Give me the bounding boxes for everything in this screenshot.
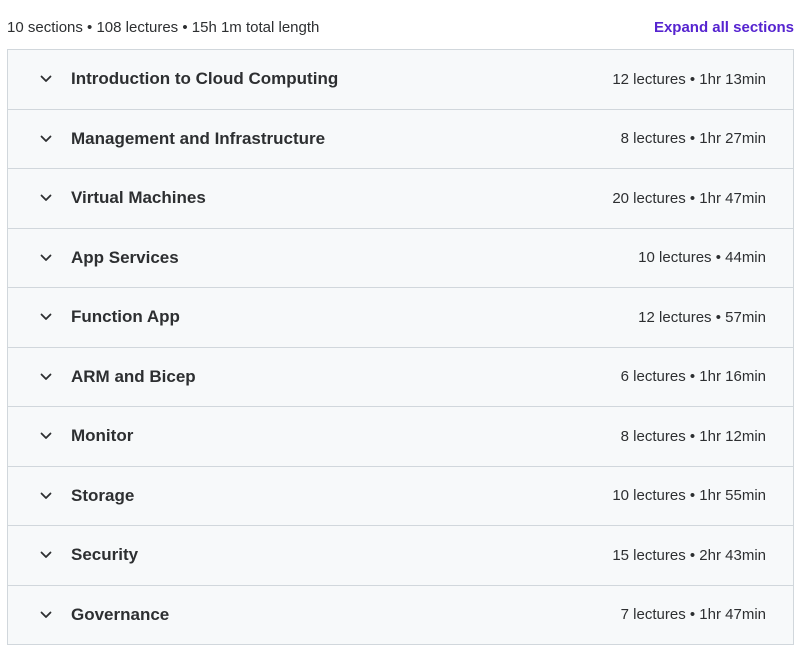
- section-management-and-infrastructure[interactable]: Management and Infrastructure 8 lectures…: [8, 109, 793, 169]
- chevron-down-icon: [38, 428, 54, 444]
- chevron-down-icon: [38, 190, 54, 206]
- section-function-app[interactable]: Function App 12 lectures • 57min: [8, 288, 793, 348]
- section-lecture-count: 10 lectures • 1hr 55min: [612, 487, 766, 505]
- section-security[interactable]: Security 15 lectures • 2hr 43min: [8, 526, 793, 586]
- section-lecture-count: 8 lectures • 1hr 27min: [620, 130, 766, 148]
- section-list: Introduction to Cloud Computing 12 lectu…: [7, 49, 794, 645]
- chevron-down-icon: [38, 607, 54, 623]
- section-title: ARM and Bicep: [71, 366, 196, 386]
- chevron-down-icon: [38, 488, 54, 504]
- section-lecture-count: 20 lectures • 1hr 47min: [612, 189, 766, 207]
- section-monitor[interactable]: Monitor 8 lectures • 1hr 12min: [8, 407, 793, 467]
- chevron-down-icon: [38, 369, 54, 385]
- section-title: Introduction to Cloud Computing: [71, 69, 339, 89]
- section-title: Security: [71, 545, 139, 565]
- section-lecture-count: 12 lectures • 57min: [638, 308, 766, 326]
- section-title: App Services: [71, 247, 179, 267]
- curriculum-summary-bar: 10 sections • 108 lectures • 15h 1m tota…: [7, 14, 794, 40]
- section-storage[interactable]: Storage 10 lectures • 1hr 55min: [8, 466, 793, 526]
- section-lecture-count: 12 lectures • 1hr 13min: [612, 70, 766, 88]
- chevron-down-icon: [38, 250, 54, 266]
- section-app-services[interactable]: App Services 10 lectures • 44min: [8, 228, 793, 288]
- section-arm-and-bicep[interactable]: ARM and Bicep 6 lectures • 1hr 16min: [8, 347, 793, 407]
- section-governance[interactable]: Governance 7 lectures • 1hr 47min: [8, 585, 793, 645]
- section-introduction-to-cloud-computing[interactable]: Introduction to Cloud Computing 12 lectu…: [8, 50, 793, 110]
- section-lecture-count: 15 lectures • 2hr 43min: [612, 546, 766, 564]
- section-lecture-count: 7 lectures • 1hr 47min: [620, 606, 766, 624]
- section-title: Governance: [71, 604, 170, 624]
- section-lecture-count: 10 lectures • 44min: [638, 249, 766, 267]
- section-title: Management and Infrastructure: [71, 128, 326, 148]
- section-title: Virtual Machines: [71, 188, 206, 208]
- course-curriculum: 10 sections • 108 lectures • 15h 1m tota…: [0, 0, 811, 653]
- chevron-down-icon: [38, 71, 54, 87]
- section-lecture-count: 8 lectures • 1hr 12min: [620, 427, 766, 445]
- section-title: Function App: [71, 307, 180, 327]
- section-title: Monitor: [71, 426, 134, 446]
- section-lecture-count: 6 lectures • 1hr 16min: [620, 368, 766, 386]
- chevron-down-icon: [38, 547, 54, 563]
- section-title: Storage: [71, 485, 135, 505]
- chevron-down-icon: [38, 131, 54, 147]
- section-virtual-machines[interactable]: Virtual Machines 20 lectures • 1hr 47min: [8, 169, 793, 229]
- curriculum-summary: 10 sections • 108 lectures • 15h 1m tota…: [7, 18, 320, 36]
- chevron-down-icon: [38, 309, 54, 325]
- expand-all-sections-button[interactable]: Expand all sections: [654, 19, 794, 36]
